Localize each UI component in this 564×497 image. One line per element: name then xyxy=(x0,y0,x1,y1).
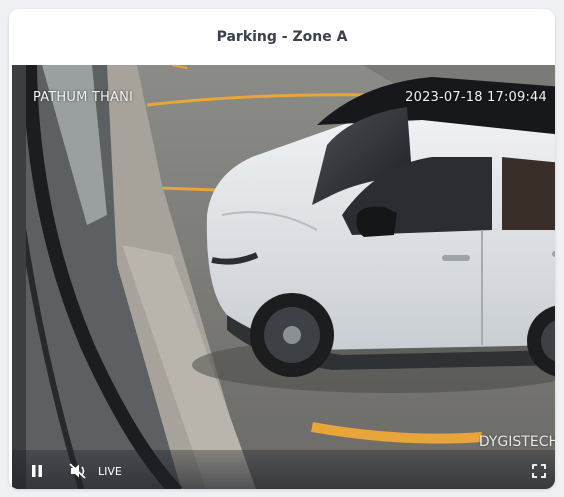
camera-frame xyxy=(12,65,555,489)
mute-button[interactable] xyxy=(66,459,90,483)
fullscreen-button[interactable] xyxy=(527,459,551,483)
timestamp-overlay: 2023-07-18 17:09:44 xyxy=(405,90,547,105)
camera-card: Parking - Zone A PATHUM THANI 2023-07-18… xyxy=(9,9,555,489)
camera-video[interactable]: PATHUM THANI 2023-07-18 17:09:44 DYGISTE… xyxy=(12,65,555,489)
camera-watermark: DYGISTECH xyxy=(478,434,555,450)
live-indicator: LIVE xyxy=(98,464,122,478)
video-controls-bar: LIVE xyxy=(12,450,555,489)
card-header: Parking - Zone A xyxy=(9,9,555,65)
fullscreen-icon xyxy=(532,464,546,478)
location-overlay: PATHUM THANI xyxy=(33,90,134,105)
pause-icon xyxy=(32,465,42,477)
card-title: Parking - Zone A xyxy=(216,29,348,45)
volume-muted-icon xyxy=(69,463,86,479)
pause-button[interactable] xyxy=(25,459,49,483)
